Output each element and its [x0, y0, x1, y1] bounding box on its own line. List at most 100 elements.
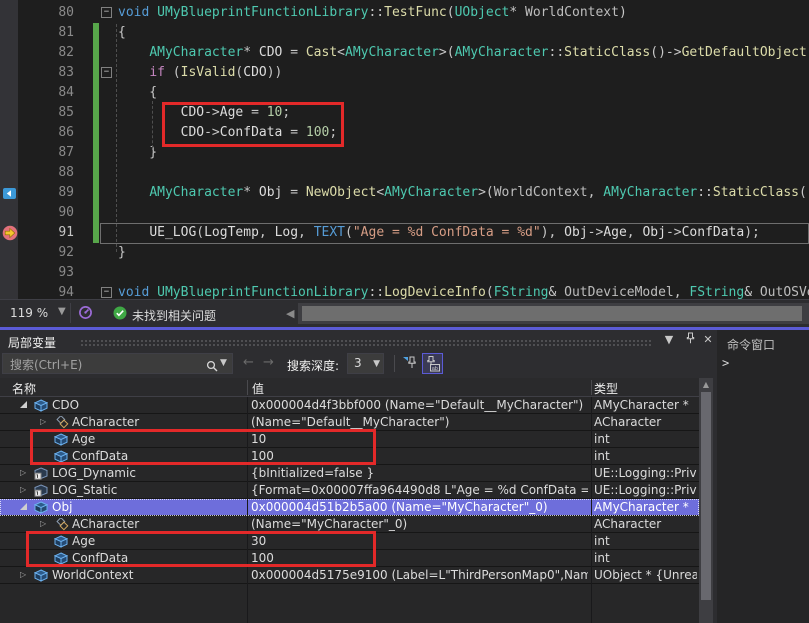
search-depth-select[interactable]: 3 ▼: [347, 353, 384, 374]
field-icon: [34, 569, 48, 582]
variable-name: ACharacter: [72, 516, 139, 532]
variable-type: AMyCharacter *: [594, 499, 697, 515]
variable-value[interactable]: (Name="MyCharacter"_0): [251, 516, 588, 532]
locals-toolbar: ▼ ← → 搜索深度: 3 ▼: [0, 350, 714, 377]
window-menu-chevron-icon[interactable]: ▼: [661, 332, 677, 348]
scroll-left-arrow-icon[interactable]: ◀: [286, 307, 294, 320]
search-forward-arrow-icon[interactable]: →: [263, 355, 274, 370]
search-depth-value: 3: [354, 356, 362, 370]
line-number: 90: [40, 203, 74, 223]
code-text: AMyCharacter* Obj = NewObject<AMyCharact…: [118, 183, 809, 203]
variable-name: CDO: [52, 397, 79, 413]
line-number: 82: [40, 43, 74, 63]
code-line: 86 CDO->ConfData = 100;: [0, 123, 809, 143]
variable-value[interactable]: {Format=0x00007ffa964490d8 L"Age = %d Co…: [251, 482, 588, 498]
code-line: 88: [0, 163, 809, 183]
collapse-region-toggle[interactable]: −: [101, 67, 112, 78]
locals-column-headers: 名称 值 类型: [0, 378, 699, 397]
variable-name: WorldContext: [52, 567, 133, 583]
code-line: 82 AMyCharacter* CDO = Cast<AMyCharacter…: [0, 43, 809, 63]
command-prompt[interactable]: >: [722, 356, 729, 370]
locals-row-log_dynamic[interactable]: ▷LOG_Dynamic{bInitialized=false }UE::Log…: [0, 465, 699, 482]
line-number: 81: [40, 23, 74, 43]
chevron-down-icon: ▼: [373, 359, 380, 369]
indent-guide: [116, 24, 117, 252]
expand-arrow-icon[interactable]: ▷: [20, 571, 26, 579]
search-back-arrow-icon[interactable]: ←: [243, 355, 254, 370]
code-line: 80−void UMyBlueprintFunctionLibrary::Tes…: [0, 3, 809, 23]
collapse-arrow-icon[interactable]: [20, 503, 27, 510]
column-header-type[interactable]: 类型: [594, 380, 618, 397]
class-icon: [54, 518, 68, 531]
expand-arrow-icon[interactable]: ▷: [20, 469, 26, 477]
line-number: 94: [40, 283, 74, 299]
variable-value[interactable]: 0x000004d51b2b5a00 (Name="MyCharacter"_0…: [251, 499, 588, 515]
variable-type: UObject * {UnrealE...: [594, 567, 697, 583]
collapse-region-toggle[interactable]: −: [101, 7, 112, 18]
horizontal-scrollbar[interactable]: [298, 303, 809, 324]
pin-values-toggle-icon[interactable]: ab: [422, 353, 443, 374]
column-resize-handle[interactable]: [591, 380, 592, 395]
line-number: 88: [40, 163, 74, 183]
document-health-icon[interactable]: [78, 305, 93, 323]
code-editor[interactable]: 7980−void UMyBlueprintFunctionLibrary::T…: [0, 0, 809, 299]
red-annotation-box: [30, 429, 376, 465]
line-number: 86: [40, 123, 74, 143]
code-line: 94 −void UMyBlueprintFunctionLibrary::Log…: [0, 283, 809, 299]
code-text: void UMyBlueprintFunctionLibrary::LogDev…: [118, 283, 809, 299]
vs-window: 7980−void UMyBlueprintFunctionLibrary::T…: [0, 0, 809, 623]
locals-row-log_static[interactable]: ▷ LOG_Static {Format=0x00007ffa964490d8 L"…: [0, 482, 699, 499]
expand-arrow-icon[interactable]: ▷: [20, 486, 26, 494]
red-annotation-box: [162, 102, 344, 147]
code-text: if (IsValid(CDO)): [118, 63, 282, 83]
line-number: 85: [40, 103, 74, 123]
line-number: 92: [40, 243, 74, 263]
class-icon: [54, 416, 68, 429]
title-drag-texture[interactable]: [80, 339, 652, 346]
vertical-scrollbar[interactable]: ▲: [699, 378, 713, 623]
current-statement-icon[interactable]: [2, 225, 18, 241]
command-window[interactable]: 命令窗口 >: [717, 330, 809, 623]
column-resize-handle[interactable]: [247, 380, 248, 395]
column-header-value[interactable]: 值: [252, 380, 264, 397]
close-icon[interactable]: ✕: [700, 332, 716, 348]
collapse-region-toggle[interactable]: −: [101, 287, 112, 298]
chevron-down-icon[interactable]: ▼: [58, 306, 66, 317]
variable-value[interactable]: {bInitialized=false }: [251, 465, 588, 481]
field-icon: [34, 501, 48, 514]
horizontal-scrollbar-thumb[interactable]: [302, 306, 802, 321]
code-line: 90: [0, 203, 809, 223]
search-input[interactable]: [8, 355, 202, 374]
variable-value[interactable]: 0x000004d4f3bbf000 (Name="Default__MyCha…: [251, 397, 588, 413]
code-line: 87 }: [0, 143, 809, 163]
code-line: 92}: [0, 243, 809, 263]
search-icon[interactable]: [206, 358, 219, 377]
collapse-arrow-icon[interactable]: [20, 401, 27, 408]
code-line: 81{: [0, 23, 809, 43]
search-options-chevron-icon[interactable]: ▼: [220, 358, 227, 368]
expand-arrow-icon[interactable]: ▷: [40, 418, 46, 426]
vertical-scrollbar-thumb[interactable]: [701, 392, 711, 600]
column-header-name[interactable]: 名称: [12, 380, 36, 397]
pin-window-icon[interactable]: [682, 332, 698, 348]
bottom-panel-area: 局部变量 ▼ ✕ ▼: [0, 330, 809, 623]
flag-threads-icon[interactable]: [399, 353, 420, 374]
line-number: 80: [40, 3, 74, 23]
expand-arrow-icon[interactable]: ▷: [40, 520, 46, 528]
scroll-up-arrow-icon[interactable]: ▲: [699, 380, 713, 389]
editor-status-bar: 119 % ▼ 未找到相关问题 ◀: [0, 299, 809, 327]
separator: [70, 303, 71, 323]
bookmark-icon[interactable]: [2, 185, 18, 201]
variable-value[interactable]: (Name="Default__MyCharacter"): [251, 414, 588, 430]
variable-value[interactable]: 0x000004d5175e9100 (Label=L"ThirdPersonM…: [251, 567, 588, 583]
search-box[interactable]: ▼: [2, 353, 233, 374]
locals-row-cdo[interactable]: CDO 0x000004d4f3bbf000 (Name="Default__My…: [0, 397, 699, 414]
locals-row-worldcontext[interactable]: ▷ WorldContext 0x000004d5175e9100 (Label=L…: [0, 567, 699, 584]
variable-name: LOG_Static: [52, 482, 117, 498]
variable-type: AMyCharacter *: [594, 397, 697, 413]
zoom-level-dropdown[interactable]: 119 %: [10, 306, 48, 320]
variable-type: int: [594, 448, 697, 464]
locals-row-obj[interactable]: Obj0x000004d51b2b5a00 (Name="MyCharacter…: [0, 499, 699, 516]
code-text: AMyCharacter* CDO = Cast<AMyCharacter>(A…: [118, 43, 809, 63]
variable-name: ACharacter: [72, 414, 139, 430]
